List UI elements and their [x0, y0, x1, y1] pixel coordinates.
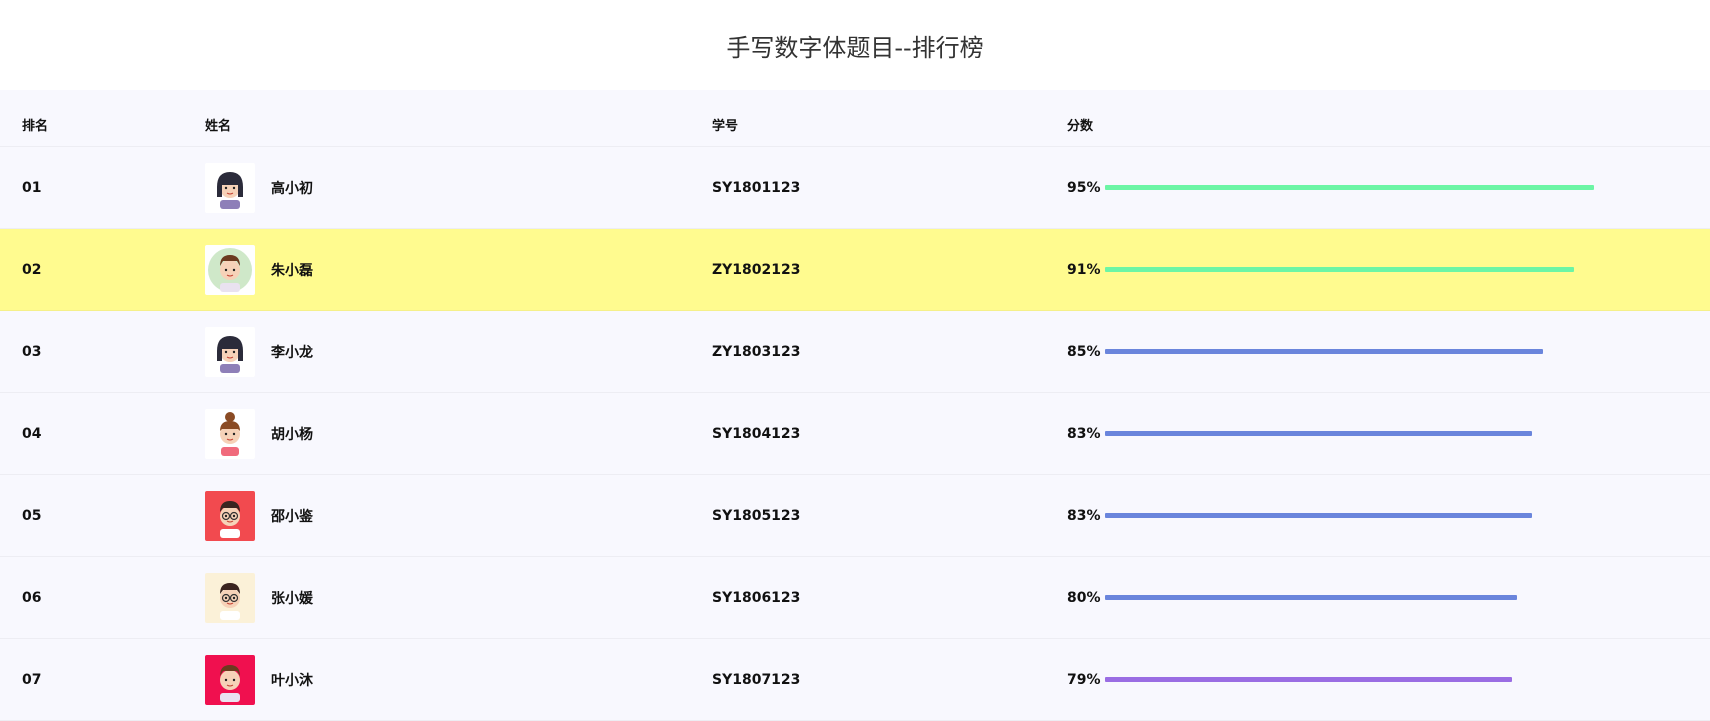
student-name: 高小初: [271, 180, 313, 197]
rank-cell: 06: [22, 589, 42, 606]
score-bar: [1104, 677, 1512, 682]
score-cell: 80%: [1067, 557, 1517, 638]
score-percent: 79%: [1067, 671, 1101, 688]
score-percent: 85%: [1067, 343, 1101, 360]
table-row: 07 叶小沐 SY1807123 79%: [0, 639, 1710, 721]
rank-cell: 03: [22, 343, 42, 360]
table-row: 01 高小初 SY1801123 95%: [0, 147, 1710, 229]
score-column-header: 分数: [1067, 118, 1094, 134]
score-bar: [1104, 431, 1532, 436]
girl-avatar: [205, 162, 255, 213]
score-cell: 85%: [1067, 311, 1543, 392]
man-glasses-avatar: [205, 490, 255, 541]
score-cell: 83%: [1067, 393, 1532, 474]
student-name: 胡小杨: [271, 426, 313, 443]
score-cell: 91%: [1067, 229, 1574, 310]
table-row: 02 朱小磊 ZY1802123 91%: [0, 229, 1710, 311]
page-title: 手写数字体题目--排行榜: [0, 0, 1710, 90]
student-name: 叶小沐: [271, 672, 313, 689]
id-column-header: 学号: [712, 118, 739, 134]
student-name: 李小龙: [271, 344, 313, 361]
score-percent: 83%: [1067, 507, 1101, 524]
table-row: 03 李小龙 ZY1803123 85%: [0, 311, 1710, 393]
score-cell: 83%: [1067, 475, 1532, 556]
leaderboard-table: 排名 姓名 学号 分数 01 高小初 SY1801123 95% 02 朱小磊 ZY18…: [0, 90, 1710, 721]
name-cell: 胡小杨: [205, 393, 313, 474]
score-cell: 79%: [1067, 639, 1512, 720]
girl-avatar: [205, 326, 255, 377]
woman-bun-avatar: [205, 408, 255, 459]
rank-cell: 01: [22, 179, 42, 196]
rank-cell: 02: [22, 261, 42, 278]
name-cell: 高小初: [205, 147, 313, 228]
leaderboard-page: 手写数字体题目--排行榜 排名 姓名 学号 分数 01 高小初 SY1801123…: [0, 0, 1710, 721]
score-percent: 91%: [1067, 261, 1101, 278]
score-bar: [1104, 513, 1532, 518]
table-header: 排名 姓名 学号 分数: [0, 90, 1710, 147]
table-row: 06 张小媛 SY1806123 80%: [0, 557, 1710, 639]
student-id-cell: ZY1802123: [712, 261, 801, 278]
table-row: 05 邵小鉴 SY1805123 83%: [0, 475, 1710, 557]
student-name: 邵小鉴: [271, 508, 313, 525]
name-cell: 张小媛: [205, 557, 313, 638]
student-id-cell: SY1806123: [712, 589, 801, 606]
student-id-cell: ZY1803123: [712, 343, 801, 360]
score-percent: 95%: [1067, 179, 1101, 196]
score-percent: 83%: [1067, 425, 1101, 442]
rank-cell: 05: [22, 507, 42, 524]
name-cell: 邵小鉴: [205, 475, 313, 556]
rank-cell: 04: [22, 425, 42, 442]
student-id-cell: SY1801123: [712, 179, 801, 196]
name-cell: 李小龙: [205, 311, 313, 392]
rank-column-header: 排名: [22, 118, 49, 134]
name-column-header: 姓名: [205, 118, 232, 134]
score-percent: 80%: [1067, 589, 1101, 606]
score-cell: 95%: [1067, 147, 1594, 228]
student-id-cell: SY1807123: [712, 671, 801, 688]
table-row: 04 胡小杨 SY1804123 83%: [0, 393, 1710, 475]
student-id-cell: SY1804123: [712, 425, 801, 442]
name-cell: 朱小磊: [205, 229, 313, 310]
score-bar: [1104, 349, 1543, 354]
name-cell: 叶小沐: [205, 639, 313, 720]
score-bar: [1104, 185, 1594, 190]
man-glasses-avatar: [205, 572, 255, 623]
score-bar: [1104, 595, 1517, 600]
score-bar: [1104, 267, 1574, 272]
student-id-cell: SY1805123: [712, 507, 801, 524]
man-avatar: [205, 654, 255, 705]
student-name: 张小媛: [271, 590, 313, 607]
man-avatar: [205, 244, 255, 295]
rank-cell: 07: [22, 671, 42, 688]
student-name: 朱小磊: [271, 262, 313, 279]
